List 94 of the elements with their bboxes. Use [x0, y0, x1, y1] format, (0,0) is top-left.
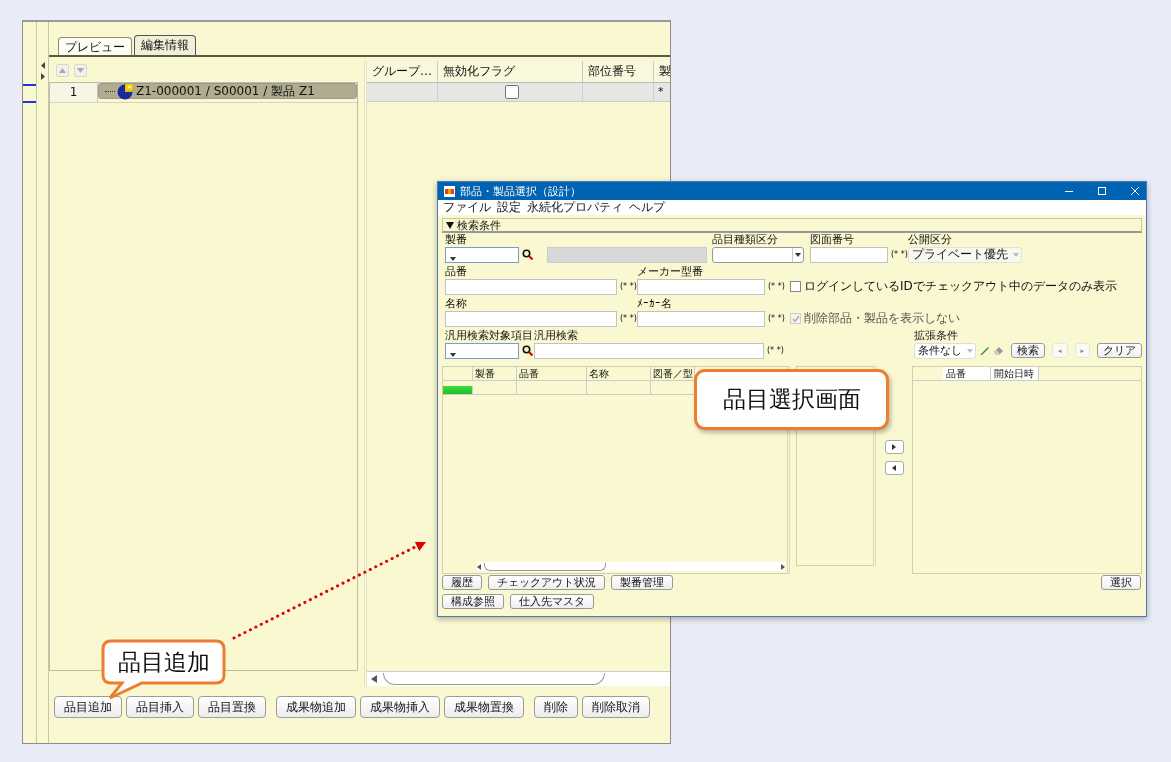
table-cell: *	[654, 83, 670, 101]
wildcard-hint: (* *)	[620, 314, 637, 323]
field-label: 汎用検索対象項目	[445, 330, 534, 342]
column-header[interactable]: 開始日時	[991, 367, 1039, 380]
menu-item[interactable]: 設定	[497, 199, 521, 216]
section-header[interactable]: 検索条件	[442, 218, 1142, 233]
tab[interactable]: 編集情報	[134, 35, 196, 55]
left-triangle-icon[interactable]	[892, 465, 896, 471]
dropdown[interactable]: 条件なし	[914, 342, 976, 359]
column-header[interactable]: 品番	[943, 367, 991, 380]
tree-item[interactable]: Z1-000001 / S00001 / 製品 Z1	[98, 83, 357, 99]
right-triangle-icon[interactable]	[892, 444, 896, 450]
action-button[interactable]: 削除	[534, 696, 578, 718]
text-field[interactable]	[445, 278, 617, 295]
pen-icon[interactable]	[979, 345, 990, 356]
eraser-icon[interactable]	[993, 345, 1004, 356]
column-header[interactable]: 品番	[517, 367, 587, 380]
caret-icon[interactable]	[450, 256, 456, 261]
action-button[interactable]: 成果物追加	[276, 696, 356, 718]
horizontal-scrollbar[interactable]	[367, 671, 670, 686]
field-label: 品目種類区分	[712, 234, 779, 246]
column-header[interactable]: グループ…	[367, 61, 438, 82]
maximize-icon[interactable]	[1097, 186, 1107, 196]
wildcard-hint: (* *)	[620, 282, 637, 291]
caret-icon[interactable]	[795, 252, 801, 257]
search-icon[interactable]	[522, 249, 533, 260]
app-icon	[444, 185, 455, 197]
text-field[interactable]	[445, 310, 617, 327]
move-left-button[interactable]	[884, 461, 904, 475]
scroll-right-icon[interactable]	[781, 563, 785, 570]
callout: 品目選択画面	[694, 369, 889, 430]
menu-item[interactable]: 永続化プロパティ	[527, 199, 623, 216]
action-button[interactable]: 品目挿入	[126, 696, 194, 718]
action-button[interactable]: 削除取消	[582, 696, 650, 718]
column-header[interactable]: 無効化フラグ	[438, 61, 583, 82]
checkbox-label: ログインしているIDでチェックアウト中のデータのみ表示	[804, 278, 1117, 295]
callout: 品目追加	[100, 638, 228, 702]
action-button[interactable]: 製番管理	[611, 575, 673, 590]
field-label: 公開区分	[908, 234, 953, 246]
action-button[interactable]: 成果物挿入	[360, 696, 440, 718]
column-header[interactable]: 製	[654, 61, 670, 82]
window-title: 部品・製品選択（設計）	[460, 183, 581, 199]
scroll-left-icon[interactable]	[477, 563, 481, 570]
select-button[interactable]: 選択	[1101, 575, 1141, 590]
field-label: 製番	[445, 234, 468, 246]
column-header[interactable]: 製番	[473, 367, 517, 380]
globe-lock-icon	[117, 82, 134, 100]
move-right-button[interactable]	[884, 440, 904, 454]
expand-triangle-icon[interactable]	[446, 221, 454, 229]
action-button[interactable]: 履歴	[442, 575, 482, 590]
field-label: 汎用検索	[534, 330, 579, 342]
checkbox-label: 削除部品・製品を表示しない	[804, 310, 960, 327]
text-field[interactable]	[534, 342, 764, 359]
text-field[interactable]	[637, 278, 765, 295]
action-button[interactable]: 品目置換	[198, 696, 266, 718]
field-label: メーカー型番	[637, 266, 704, 278]
search-button[interactable]: 検索	[1011, 343, 1045, 358]
action-button[interactable]: 仕入先マスタ	[510, 594, 594, 609]
caret-icon[interactable]	[450, 352, 456, 357]
close-icon[interactable]	[1130, 186, 1140, 196]
text-field[interactable]	[810, 246, 888, 263]
combo-field[interactable]	[445, 342, 519, 359]
wildcard-hint: (* *)	[891, 250, 908, 259]
wildcard-hint: (* *)	[768, 282, 786, 291]
search-button[interactable]: クリア	[1097, 343, 1143, 358]
checkbox[interactable]	[505, 85, 519, 99]
action-button[interactable]: 品目追加	[54, 696, 122, 718]
move-down-button[interactable]	[74, 64, 87, 77]
combo-field[interactable]	[445, 246, 519, 263]
field-label: 拡張条件	[914, 330, 959, 342]
action-button[interactable]: チェックアウト状況	[488, 575, 605, 590]
menu-item[interactable]: ファイル	[443, 199, 491, 216]
column-header[interactable]: 部位番号	[583, 61, 654, 82]
scroll-left-icon[interactable]	[371, 675, 377, 683]
up-triangle-icon[interactable]	[59, 68, 66, 73]
text-field[interactable]	[637, 310, 765, 327]
horizontal-scrollbar[interactable]	[477, 562, 785, 571]
down-triangle-icon[interactable]	[77, 68, 84, 73]
column-header[interactable]: 名称	[587, 367, 651, 380]
move-up-button[interactable]	[56, 64, 69, 77]
wildcard-hint: (* *)	[767, 346, 785, 355]
field-label: 品番	[445, 266, 468, 278]
splitter-arrows-icon[interactable]	[40, 62, 46, 80]
row-number: 1	[50, 83, 98, 102]
checkbox[interactable]	[790, 281, 801, 292]
field-label: 図面番号	[810, 234, 855, 246]
field-label: 名称	[445, 298, 468, 310]
wildcard-hint: (* *)	[768, 314, 786, 323]
search-icon[interactable]	[522, 345, 533, 356]
action-button[interactable]: 構成参照	[442, 594, 504, 609]
action-button[interactable]: 成果物置換	[444, 696, 524, 718]
field-label: ﾒｰｶｰ名	[637, 298, 673, 310]
tab[interactable]: プレビュー	[58, 37, 132, 55]
menu-item[interactable]: ヘルプ	[629, 199, 665, 216]
